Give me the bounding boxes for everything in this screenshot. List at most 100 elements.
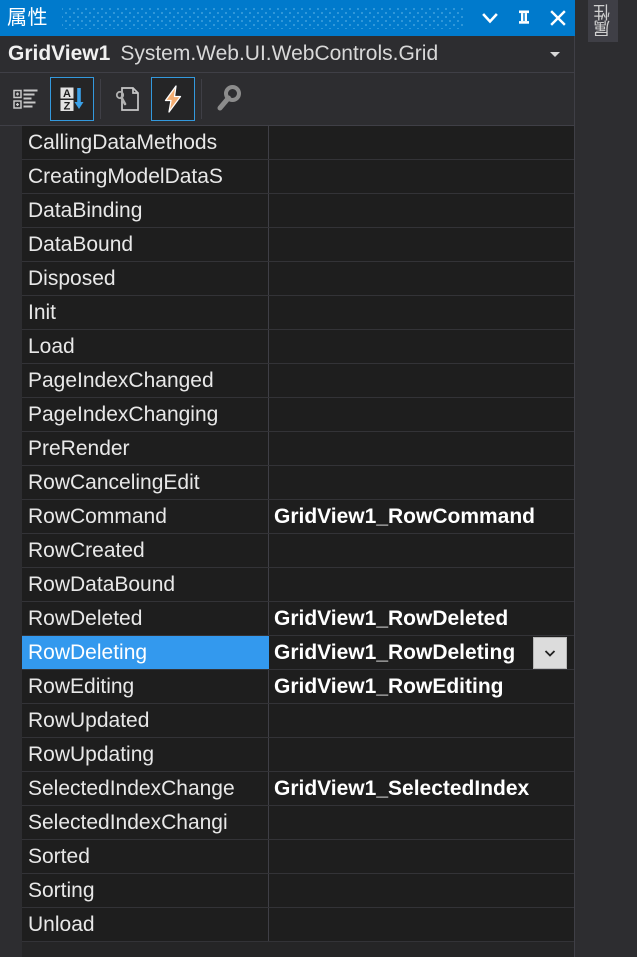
event-name-label: RowEditing <box>28 675 135 698</box>
event-name-cell[interactable]: RowCancelingEdit <box>22 466 269 499</box>
event-handler-cell[interactable] <box>269 194 575 227</box>
event-name-cell[interactable]: RowEditing <box>22 670 269 703</box>
table-row[interactable]: RowDeleted GridView1_RowDeleted <box>0 602 575 636</box>
event-name-cell[interactable]: SelectedIndexChange <box>22 772 269 805</box>
event-name-label: RowUpdating <box>28 743 155 766</box>
table-row[interactable]: Sorting <box>0 874 575 908</box>
event-name-label: DataBinding <box>28 199 143 222</box>
event-name-label: Load <box>28 335 75 358</box>
event-handler-cell[interactable] <box>269 704 575 737</box>
table-row[interactable]: Load <box>0 330 575 364</box>
object-name: GridView1 <box>8 42 111 65</box>
event-handler-cell[interactable] <box>269 126 575 159</box>
event-name-label: DataBound <box>28 233 134 256</box>
event-handler-cell[interactable] <box>269 330 575 363</box>
event-name-cell[interactable]: CreatingModelDataS <box>22 160 269 193</box>
table-row[interactable]: RowDataBound <box>0 568 575 602</box>
event-name-cell[interactable]: RowDeleted <box>22 602 269 635</box>
event-handler-cell[interactable] <box>269 806 575 839</box>
alphabetical-view-button[interactable]: A Z <box>50 77 94 121</box>
event-handler-cell[interactable] <box>269 296 575 329</box>
event-handler-cell[interactable] <box>269 568 575 601</box>
event-name-cell[interactable]: RowCreated <box>22 534 269 567</box>
event-handler-cell[interactable] <box>269 262 575 295</box>
events-view-button[interactable] <box>151 77 195 121</box>
event-handler-cell[interactable]: GridView1_RowDeleted <box>269 602 575 635</box>
event-name-cell[interactable]: RowUpdated <box>22 704 269 737</box>
table-row[interactable]: Sorted <box>0 840 575 874</box>
event-name-cell[interactable]: RowDataBound <box>22 568 269 601</box>
event-name-label: RowDeleting <box>28 641 148 664</box>
close-button[interactable] <box>541 1 575 35</box>
event-handler-cell[interactable] <box>269 534 575 567</box>
table-row[interactable]: DataBound <box>0 228 575 262</box>
chevron-down-icon <box>482 13 498 24</box>
window-menu-button[interactable] <box>473 1 507 35</box>
event-name-cell[interactable]: DataBinding <box>22 194 269 227</box>
event-name-cell[interactable]: RowCommand <box>22 500 269 533</box>
table-row[interactable]: Init <box>0 296 575 330</box>
table-row[interactable]: CreatingModelDataS <box>0 160 575 194</box>
table-row[interactable]: PreRender <box>0 432 575 466</box>
event-handler-cell[interactable] <box>269 398 575 431</box>
table-row[interactable]: CallingDataMethods <box>0 126 575 160</box>
event-name-cell[interactable]: RowDeleting <box>22 636 269 669</box>
event-name-cell[interactable]: Unload <box>22 908 269 941</box>
table-row[interactable]: RowUpdating <box>0 738 575 772</box>
event-name-label: Unload <box>28 913 95 936</box>
table-row[interactable]: RowUpdated <box>0 704 575 738</box>
table-row[interactable]: RowEditing GridView1_RowEditing <box>0 670 575 704</box>
event-name-cell[interactable]: Sorting <box>22 874 269 907</box>
event-handler-cell[interactable] <box>269 908 575 941</box>
rail-tab-properties[interactable]: 属性 <box>588 0 618 42</box>
event-name-cell[interactable]: Init <box>22 296 269 329</box>
event-handler-cell[interactable] <box>269 738 575 771</box>
event-handler-cell[interactable] <box>269 466 575 499</box>
categorized-view-button[interactable] <box>4 77 48 121</box>
event-handler-cell[interactable]: GridView1_SelectedIndex <box>269 772 575 805</box>
table-row[interactable]: RowCommand GridView1_RowCommand <box>0 500 575 534</box>
event-name-cell[interactable]: DataBound <box>22 228 269 261</box>
table-row[interactable]: PageIndexChanging <box>0 398 575 432</box>
event-name-cell[interactable]: RowUpdating <box>22 738 269 771</box>
event-name-cell[interactable]: Sorted <box>22 840 269 873</box>
table-row[interactable]: RowDeleting GridView1_RowDeleting <box>0 636 575 670</box>
table-row[interactable]: DataBinding <box>0 194 575 228</box>
table-row[interactable]: RowCancelingEdit <box>0 466 575 500</box>
table-row[interactable]: PageIndexChanged <box>0 364 575 398</box>
event-name-label: CreatingModelDataS <box>28 165 223 188</box>
auto-hide-pin-button[interactable] <box>507 1 541 35</box>
table-row[interactable]: SelectedIndexChange GridView1_SelectedInd… <box>0 772 575 806</box>
event-handler-cell[interactable]: GridView1_RowEditing <box>269 670 575 703</box>
event-handler-cell[interactable] <box>269 432 575 465</box>
event-name-cell[interactable]: PreRender <box>22 432 269 465</box>
event-name-cell[interactable]: CallingDataMethods <box>22 126 269 159</box>
event-handler-cell[interactable] <box>269 874 575 907</box>
event-handler-cell[interactable]: GridView1_RowCommand <box>269 500 575 533</box>
table-row[interactable]: Unload <box>0 908 575 942</box>
table-row[interactable]: SelectedIndexChangi <box>0 806 575 840</box>
properties-view-button[interactable] <box>105 77 149 121</box>
svg-text:Z: Z <box>64 101 71 113</box>
event-handler-cell[interactable] <box>269 160 575 193</box>
lightning-icon <box>164 85 182 113</box>
event-name-cell[interactable]: PageIndexChanged <box>22 364 269 397</box>
table-row[interactable]: Disposed <box>0 262 575 296</box>
event-name-label: PreRender <box>28 437 130 460</box>
event-handler-dropdown-button[interactable] <box>533 637 567 669</box>
object-selector-dropdown-button[interactable] <box>535 46 575 62</box>
event-handler-cell[interactable] <box>269 228 575 261</box>
event-name-cell[interactable]: Load <box>22 330 269 363</box>
event-handler-cell[interactable] <box>269 840 575 873</box>
table-row[interactable]: RowCreated <box>0 534 575 568</box>
event-name-cell[interactable]: SelectedIndexChangi <box>22 806 269 839</box>
property-pages-button[interactable] <box>206 77 250 121</box>
event-name-label: RowDeleted <box>28 607 143 630</box>
object-selector[interactable]: GridView1 System.Web.UI.WebControls.Grid <box>0 36 575 73</box>
event-name-cell[interactable]: PageIndexChanging <box>22 398 269 431</box>
event-name-cell[interactable]: Disposed <box>22 262 269 295</box>
event-handler-cell[interactable] <box>269 364 575 397</box>
titlebar-grip-dots[interactable] <box>62 7 463 29</box>
event-handler-cell[interactable]: GridView1_RowDeleting <box>269 636 575 669</box>
event-handler-value: GridView1_SelectedIndex <box>274 777 530 800</box>
